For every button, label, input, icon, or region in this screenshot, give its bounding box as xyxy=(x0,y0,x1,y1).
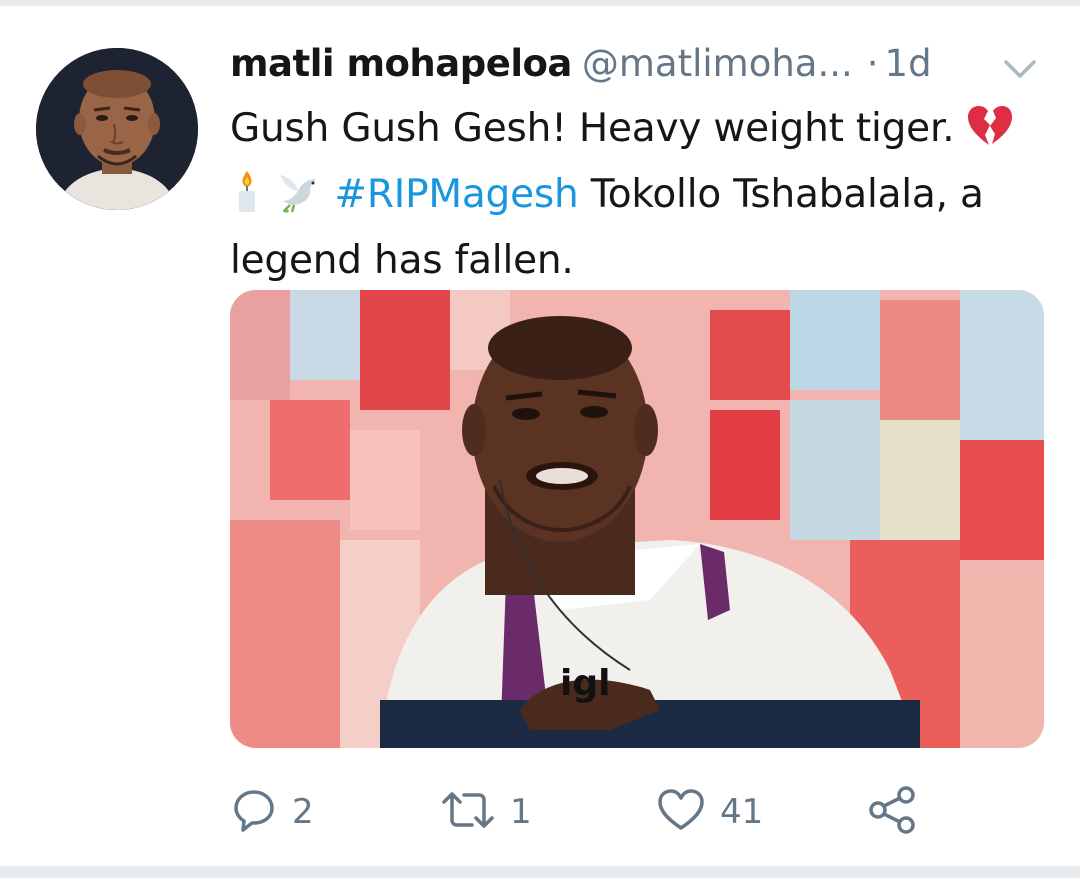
tweet-photo[interactable]: igl xyxy=(230,290,1044,748)
tweet[interactable]: matli mohapeloa @matlimoha... · 1d Gush Gus… xyxy=(0,6,1080,866)
reply-icon xyxy=(230,786,278,838)
tweet-text-line3: legend has fallen. xyxy=(230,238,574,283)
share-button[interactable] xyxy=(866,784,918,840)
bottom-divider xyxy=(0,866,1080,878)
tweet-actions: 2 1 41 xyxy=(230,784,1030,840)
dove-icon xyxy=(276,171,322,231)
reply-count: 2 xyxy=(292,792,314,832)
retweet-icon xyxy=(440,786,496,838)
timestamp[interactable]: 1d xyxy=(885,42,932,85)
retweet-button[interactable]: 1 xyxy=(440,784,532,840)
svg-text:igl: igl xyxy=(560,663,610,704)
retweet-count: 1 xyxy=(510,792,532,832)
heart-icon xyxy=(656,786,706,838)
share-icon xyxy=(866,784,918,840)
tweet-text-line2: Tokollo Tshabalala, a xyxy=(590,172,984,217)
like-button[interactable]: 41 xyxy=(656,784,763,840)
avatar[interactable] xyxy=(36,48,198,210)
broken-heart-icon xyxy=(967,105,1013,165)
hashtag-link[interactable]: #RIPMagesh xyxy=(334,172,578,217)
reply-button[interactable]: 2 xyxy=(230,784,314,840)
author-name[interactable]: matli mohapeloa xyxy=(230,42,572,85)
author-handle[interactable]: @matlimoha... xyxy=(582,42,853,85)
candle-icon xyxy=(230,169,264,231)
separator-dot: · xyxy=(866,42,879,85)
like-count: 41 xyxy=(720,792,764,832)
chevron-down-icon[interactable] xyxy=(1002,56,1038,82)
tweet-header: matli mohapeloa @matlimoha... · 1d xyxy=(230,42,1050,100)
tweet-text: Gush Gush Gesh! Heavy weight tiger. #RIP… xyxy=(230,99,1050,291)
tweet-text-line1: Gush Gush Gesh! Heavy weight tiger. xyxy=(230,106,955,151)
